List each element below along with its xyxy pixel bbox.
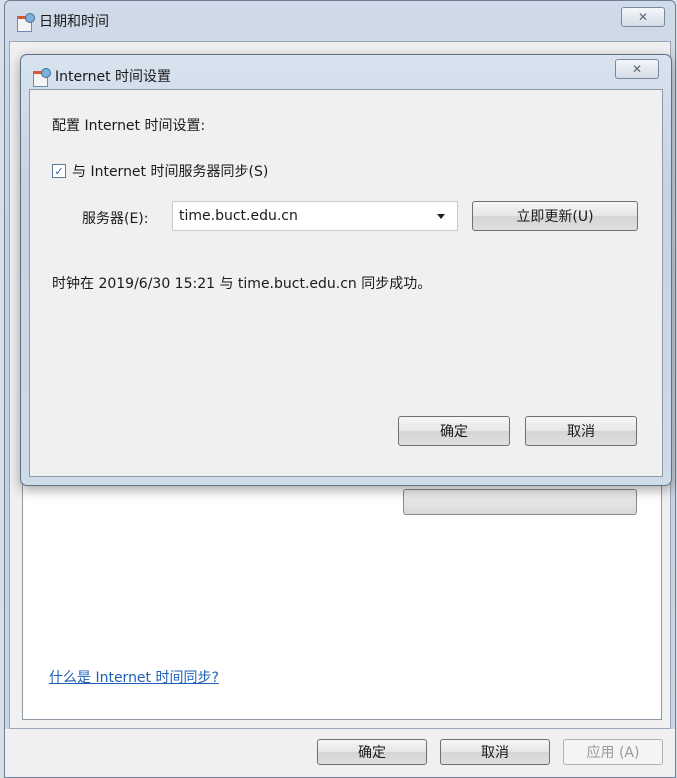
date-time-app-icon — [33, 68, 51, 87]
sync-option[interactable]: ✓ 与 Internet 时间服务器同步(S) — [52, 161, 268, 181]
sync-checkbox-label[interactable]: 与 Internet 时间服务器同步(S) — [72, 161, 268, 181]
dialog-client-area: 配置 Internet 时间设置: ✓ 与 Internet 时间服务器同步(S… — [29, 89, 663, 477]
dialog-ok-button[interactable]: 确定 — [398, 416, 510, 446]
date-time-app-icon — [17, 13, 35, 32]
sync-checkbox[interactable]: ✓ — [52, 164, 66, 178]
cancel-button[interactable]: 取消 — [440, 739, 550, 765]
ok-button[interactable]: 确定 — [317, 739, 427, 765]
window-close-button[interactable]: ✕ — [621, 7, 665, 27]
update-now-button[interactable]: 立即更新(U) — [472, 201, 638, 231]
dialog-title: Internet 时间设置 — [55, 69, 172, 85]
dialog-close-button[interactable]: ✕ — [615, 59, 659, 79]
checkmark-icon: ✓ — [54, 164, 64, 178]
dialog-cancel-button[interactable]: 取消 — [525, 416, 637, 446]
window-title: 日期和时间 — [39, 14, 109, 30]
window-footer: 确定 取消 应用 (A) — [5, 729, 675, 777]
what-is-internet-time-sync-link[interactable]: 什么是 Internet 时间同步? — [49, 667, 219, 687]
server-combobox[interactable]: time.buct.edu.cn — [172, 201, 458, 231]
internet-time-settings-dialog: Internet 时间设置 ✕ 配置 Internet 时间设置: ✓ 与 In… — [20, 54, 672, 486]
window-titlebar: 日期和时间 — [17, 10, 109, 32]
change-settings-button[interactable] — [403, 489, 637, 515]
dialog-titlebar: Internet 时间设置 — [33, 65, 171, 87]
settings-heading: 配置 Internet 时间设置: — [52, 118, 206, 134]
server-value: time.buct.edu.cn — [179, 208, 298, 224]
server-label: 服务器(E): — [82, 211, 149, 227]
sync-status-text: 时钟在 2019/6/30 15:21 与 time.buct.edu.cn 同… — [52, 276, 432, 292]
close-icon: ✕ — [637, 10, 649, 24]
apply-button[interactable]: 应用 (A) — [563, 739, 663, 765]
dropdown-arrow-icon[interactable] — [437, 214, 445, 219]
close-icon: ✕ — [631, 62, 643, 76]
